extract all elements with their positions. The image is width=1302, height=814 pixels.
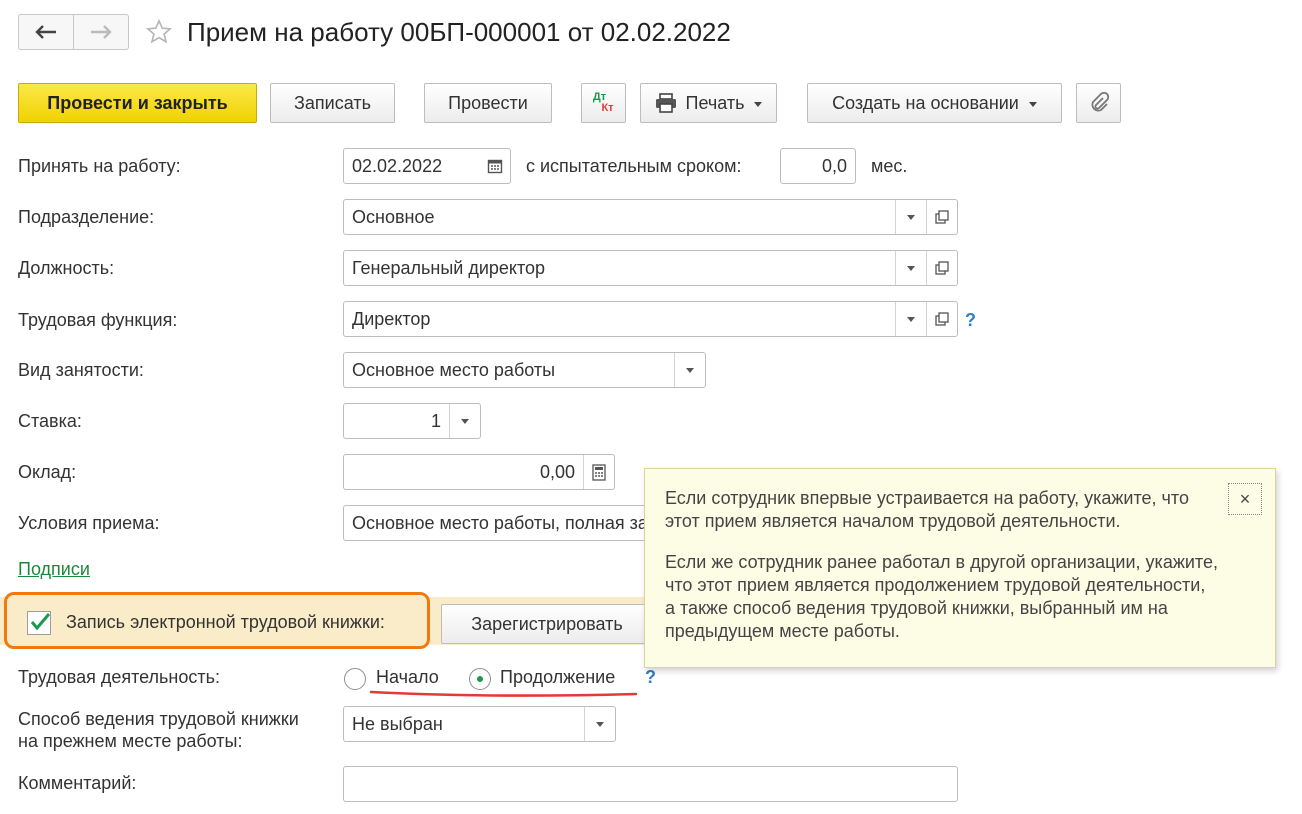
dt-kt-icon: Дт Кт <box>593 92 614 114</box>
book-method-label: Способ ведения трудовой книжки на прежне… <box>18 708 299 752</box>
book-method-dropdown-button[interactable] <box>584 707 615 741</box>
post-and-close-label: Провести и закрыть <box>47 92 228 113</box>
close-icon[interactable]: × <box>1228 483 1262 515</box>
calculator-icon <box>592 463 606 481</box>
annotation-underline <box>369 690 638 697</box>
save-label: Записать <box>294 92 371 113</box>
comment-label: Комментарий: <box>18 773 137 793</box>
print-label: Печать <box>685 92 745 113</box>
probation-unit: мес. <box>871 156 908 176</box>
salary-field[interactable]: 0,00 <box>343 454 615 490</box>
hire-date-value: 02.02.2022 <box>352 156 443 176</box>
tooltip-paragraph-2: Если же сотрудник ранее работал в другой… <box>665 552 1218 641</box>
labor-function-help-icon[interactable]: ? <box>965 310 976 331</box>
department-field[interactable]: Основное <box>343 199 958 235</box>
etk-checkbox[interactable] <box>27 611 51 635</box>
labor-function-open-button[interactable] <box>926 302 957 336</box>
conditions-label: Условия приема: <box>18 513 160 533</box>
department-dropdown-button[interactable] <box>895 200 926 234</box>
employment-type-value: Основное место работы <box>352 360 556 380</box>
paperclip-icon <box>1091 92 1109 112</box>
labor-function-field[interactable]: Директор <box>343 301 958 337</box>
open-window-icon <box>935 261 949 275</box>
department-open-button[interactable] <box>926 200 957 234</box>
rate-value: 1 <box>430 411 441 431</box>
employment-type-label: Вид занятости: <box>18 360 144 380</box>
etk-label: Запись электронной трудовой книжки: <box>66 612 385 632</box>
create-based-on-label: Создать на основании <box>832 92 1019 113</box>
labor-function-label: Трудовая функция: <box>18 310 178 330</box>
labor-activity-help-icon[interactable]: ? <box>645 667 656 688</box>
hire-date-label: Принять на работу: <box>18 156 181 176</box>
position-dropdown-button[interactable] <box>895 251 926 285</box>
employment-type-field[interactable]: Основное место работы <box>343 352 706 388</box>
radio-continue-label[interactable]: Продолжение <box>500 667 615 688</box>
hire-date-field[interactable]: 02.02.2022 <box>343 148 511 184</box>
save-button[interactable]: Записать <box>270 83 395 123</box>
arrow-right-icon <box>91 25 112 39</box>
register-label: Зарегистрировать <box>471 613 623 634</box>
position-open-button[interactable] <box>926 251 957 285</box>
chevron-down-icon <box>907 265 915 271</box>
open-window-icon <box>935 312 949 326</box>
help-tooltip: Если сотрудник впервые устраивается на р… <box>644 468 1276 668</box>
create-based-on-button[interactable]: Создать на основании <box>807 83 1062 123</box>
attach-button[interactable] <box>1076 83 1121 123</box>
chevron-down-icon <box>596 721 604 727</box>
radio-selected-dot <box>477 676 483 682</box>
rate-field[interactable]: 1 <box>343 403 481 439</box>
position-field[interactable]: Генеральный директор <box>343 250 958 286</box>
calendar-icon <box>487 159 502 174</box>
probation-value: 0,0 <box>821 156 847 176</box>
book-method-label-line1: Способ ведения трудовой книжки <box>18 709 299 729</box>
back-button[interactable] <box>18 14 74 50</box>
department-label: Подразделение: <box>18 207 155 227</box>
chevron-down-icon <box>754 101 763 107</box>
post-label: Провести <box>448 92 528 113</box>
chevron-down-icon <box>461 418 469 424</box>
star-icon[interactable] <box>145 18 173 46</box>
labor-activity-label: Трудовая деятельность: <box>18 667 220 687</box>
comment-field[interactable] <box>343 766 958 802</box>
post-and-close-button[interactable]: Провести и закрыть <box>18 83 257 123</box>
printer-icon <box>655 93 676 113</box>
radio-start[interactable] <box>344 668 366 690</box>
rate-label: Ставка: <box>18 411 82 431</box>
position-value: Генеральный директор <box>352 258 546 278</box>
position-label: Должность: <box>18 258 115 278</box>
forward-button[interactable] <box>73 14 129 50</box>
chevron-down-icon <box>907 214 915 220</box>
book-method-value: Не выбран <box>352 714 443 734</box>
checkmark-icon <box>30 613 51 631</box>
labor-function-value: Директор <box>352 309 431 329</box>
register-button[interactable]: Зарегистрировать <box>441 604 653 644</box>
labor-function-dropdown-button[interactable] <box>895 302 926 336</box>
arrow-left-icon <box>35 25 56 39</box>
calculator-button[interactable] <box>583 455 614 489</box>
page-title: Прием на работу 00БП-000001 от 02.02.202… <box>187 17 731 47</box>
employment-type-dropdown-button[interactable] <box>674 353 705 387</box>
chevron-down-icon <box>686 367 694 373</box>
rate-dropdown-button[interactable] <box>449 404 480 438</box>
open-window-icon <box>935 210 949 224</box>
chevron-down-icon <box>907 316 915 322</box>
department-value: Основное <box>352 207 435 227</box>
kt-label: Кт <box>601 102 614 114</box>
calendar-button[interactable] <box>479 149 510 183</box>
radio-start-label[interactable]: Начало <box>376 667 439 688</box>
salary-label: Оклад: <box>18 462 77 482</box>
print-button[interactable]: Печать <box>640 83 777 123</box>
signatures-link[interactable]: Подписи <box>18 559 90 580</box>
probation-label: с испытательным сроком: <box>526 156 742 176</box>
salary-value: 0,00 <box>539 462 575 482</box>
book-method-field[interactable]: Не выбран <box>343 706 616 742</box>
post-button[interactable]: Провести <box>424 83 552 123</box>
comment-value <box>344 767 957 801</box>
dt-kt-button[interactable]: Дт Кт <box>581 83 626 123</box>
tooltip-paragraph-1: Если сотрудник впервые устраивается на р… <box>665 488 1189 531</box>
book-method-label-line2: на прежнем месте работы: <box>18 731 243 751</box>
chevron-down-icon <box>1028 101 1037 107</box>
probation-field[interactable]: 0,0 <box>780 148 856 184</box>
